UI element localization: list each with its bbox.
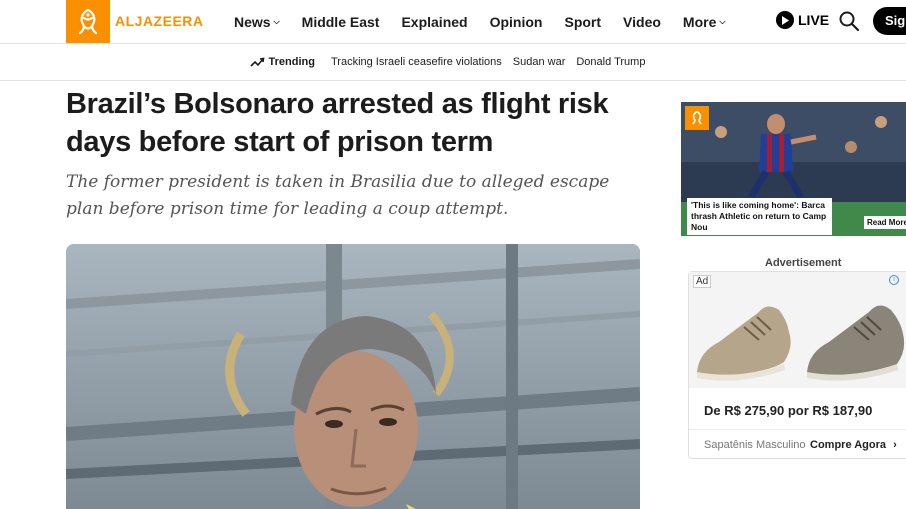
nav-item-label: More [682,13,717,30]
info-icon[interactable]: i [889,275,899,285]
live-label: LIVE [798,12,830,28]
main-nav: News ⌵ Middle East Explained Opinion Spor… [234,0,747,43]
ad-tag: Ad [693,275,712,288]
article-hero-image[interactable] [66,244,640,509]
video-caption: 'This is like coming home': Barca thrash… [687,198,832,235]
nav-item-middle-east[interactable]: Middle East [302,14,380,30]
live-button[interactable]: LIVE [776,11,829,29]
trending-link[interactable]: Donald Trump [576,56,645,68]
nav-item-label: Video [623,13,661,30]
site-header: ALJAZEERA News ⌵ Middle East Explained Op… [0,0,906,44]
logo-wordmark[interactable]: ALJAZEERA [115,13,204,29]
ad-unit[interactable]: Ad i De R$ 275,90 por R$ 187,90 Sapatêni… [688,271,906,459]
nav-item-video[interactable]: Video [623,14,661,30]
play-icon [776,11,794,29]
sign-in-button[interactable]: Sign [873,7,906,35]
nav-item-news[interactable]: News ⌵ [234,14,280,30]
aljazeera-logo-icon[interactable] [66,0,110,43]
trending-link[interactable]: Sudan war [513,56,566,68]
ad-price[interactable]: De R$ 275,90 por R$ 187,90 [704,403,872,418]
article-headline: Brazil’s Bolsonaro arrested as flight ri… [66,88,609,158]
chevron-right-icon: › [893,439,897,451]
ad-cta-label: Compre Agora [810,439,886,451]
chevron-down-icon: ⌵ [719,16,726,26]
nav-item-opinion[interactable]: Opinion [490,14,543,30]
nav-item-more[interactable]: More ⌵ [683,14,726,30]
trending-label: Trending [249,56,315,68]
chevron-down-icon: ⌵ [273,16,280,26]
ad-divider [689,429,906,430]
nav-item-label: Opinion [489,13,543,30]
article-dek: The former president is taken in Brasili… [66,172,610,219]
nav-item-label: Explained [401,13,468,30]
trending-icon [249,57,264,67]
trending-label-text: Trending [268,56,315,68]
advertisement-label: Advertisement [765,257,842,269]
ad-brand: Sapatênis Masculino [704,439,806,451]
nav-item-label: Middle East [301,13,380,30]
nav-item-explained[interactable]: Explained [401,14,467,30]
aljazeera-logo-icon [685,106,709,130]
trending-bar: Trending Tracking Israeli ceasefire viol… [0,44,906,81]
read-more-button[interactable]: Read More [864,216,906,229]
nav-item-label: Sport [564,13,602,30]
ad-product-image[interactable] [689,272,906,388]
ad-cta-button[interactable]: Compre Agora › [810,439,897,451]
nav-item-label: News [234,13,271,30]
search-icon[interactable] [838,10,860,32]
trending-link[interactable]: Tracking Israeli ceasefire violations [331,56,502,68]
nav-item-sport[interactable]: Sport [564,14,601,30]
